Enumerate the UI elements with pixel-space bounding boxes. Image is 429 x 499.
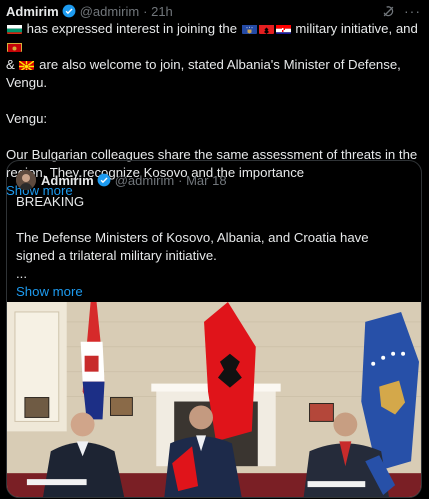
kosovo-flag-icon	[241, 23, 257, 34]
tweet-header: Admirim @admirim · 21h ···	[6, 2, 421, 20]
quote-photo[interactable]	[7, 302, 421, 498]
avatar[interactable]	[16, 170, 36, 190]
tweet-text-1a: has expressed interest in joining the	[26, 21, 238, 36]
quote-verified-badge-icon	[97, 173, 111, 187]
quote-date[interactable]: · Mar 18	[178, 173, 226, 188]
author-handle[interactable]: @admirim	[80, 4, 139, 19]
albania-flag-icon	[258, 23, 274, 34]
quote-line-1: BREAKING	[16, 194, 85, 209]
tweet-line-1: has expressed interest in joining the mi…	[6, 20, 421, 56]
more-options-icon[interactable]: ···	[404, 3, 421, 19]
quote-show-more-link[interactable]: Show more	[16, 284, 83, 299]
verified-badge-icon	[62, 4, 76, 18]
tweet-time[interactable]: · 21h	[143, 4, 173, 19]
quote-body: BREAKING The Defense Ministers of Kosovo…	[16, 193, 409, 301]
tweet-text-1b: military initiative, and	[295, 21, 418, 36]
author-name[interactable]: Admirim	[6, 4, 59, 19]
quote-header: Admirim @admirim · Mar 18	[16, 170, 227, 190]
montenegro-flag-icon	[7, 41, 22, 52]
tweet-text-2a: &	[6, 57, 19, 72]
bulgaria-flag-icon	[7, 23, 22, 34]
tweet-paragraph-2: Vengu:	[6, 111, 48, 126]
grok-icon[interactable]	[381, 4, 396, 19]
quote-line-3: ...	[16, 266, 27, 281]
tweet-text-2b: are also welcome to join, stated Albania…	[6, 57, 401, 90]
quote-author-name[interactable]: Admirim	[41, 173, 94, 188]
north-macedonia-flag-icon	[19, 59, 35, 70]
croatia-flag-icon	[275, 23, 291, 34]
quoted-tweet[interactable]: Admirim @admirim · Mar 18 BREAKING The D…	[6, 160, 422, 498]
tweet-line-2: & are also welcome to join, stated Alban…	[6, 56, 421, 92]
quote-line-2: The Defense Ministers of Kosovo, Albania…	[16, 230, 369, 263]
quote-author-handle[interactable]: @admirim	[115, 173, 174, 188]
